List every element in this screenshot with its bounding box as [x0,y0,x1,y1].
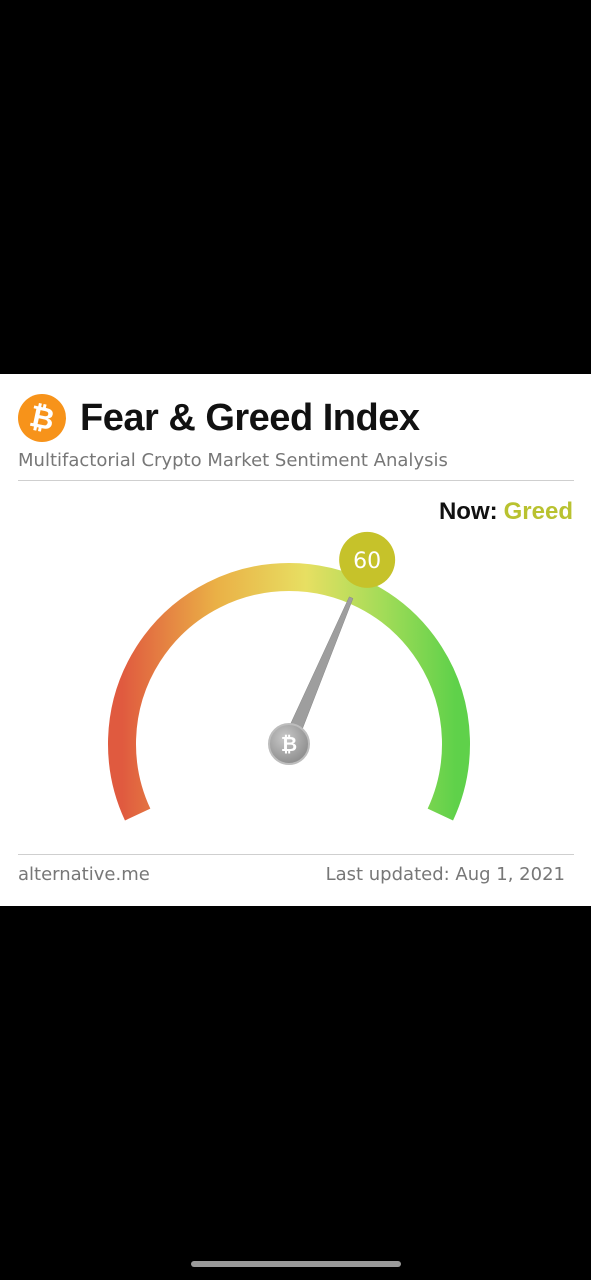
value-badge: 60 [339,531,396,588]
fear-greed-card: ₿ Fear & Greed Index Multifactorial Cryp… [0,374,591,906]
gauge-hub: ₿ [268,723,310,765]
card-subtitle: Multifactorial Crypto Market Sentiment A… [18,450,448,471]
top-divider [18,480,574,481]
gauge-arc [108,563,470,821]
gauge-value: 60 [353,549,381,574]
sentiment-gauge: ₿ 60 [108,531,470,821]
bottom-divider [18,854,574,855]
bitcoin-icon: ₿ [13,389,71,447]
last-updated: Last updated: Aug 1, 2021 [325,864,565,885]
screen: ₿ Fear & Greed Index Multifactorial Cryp… [0,0,591,1280]
card-header: ₿ Fear & Greed Index [13,389,420,447]
bitcoin-icon: ₿ [281,732,297,756]
card-title: Fear & Greed Index [80,396,420,439]
source-link[interactable]: alternative.me [18,864,150,885]
home-indicator[interactable] [191,1261,401,1267]
